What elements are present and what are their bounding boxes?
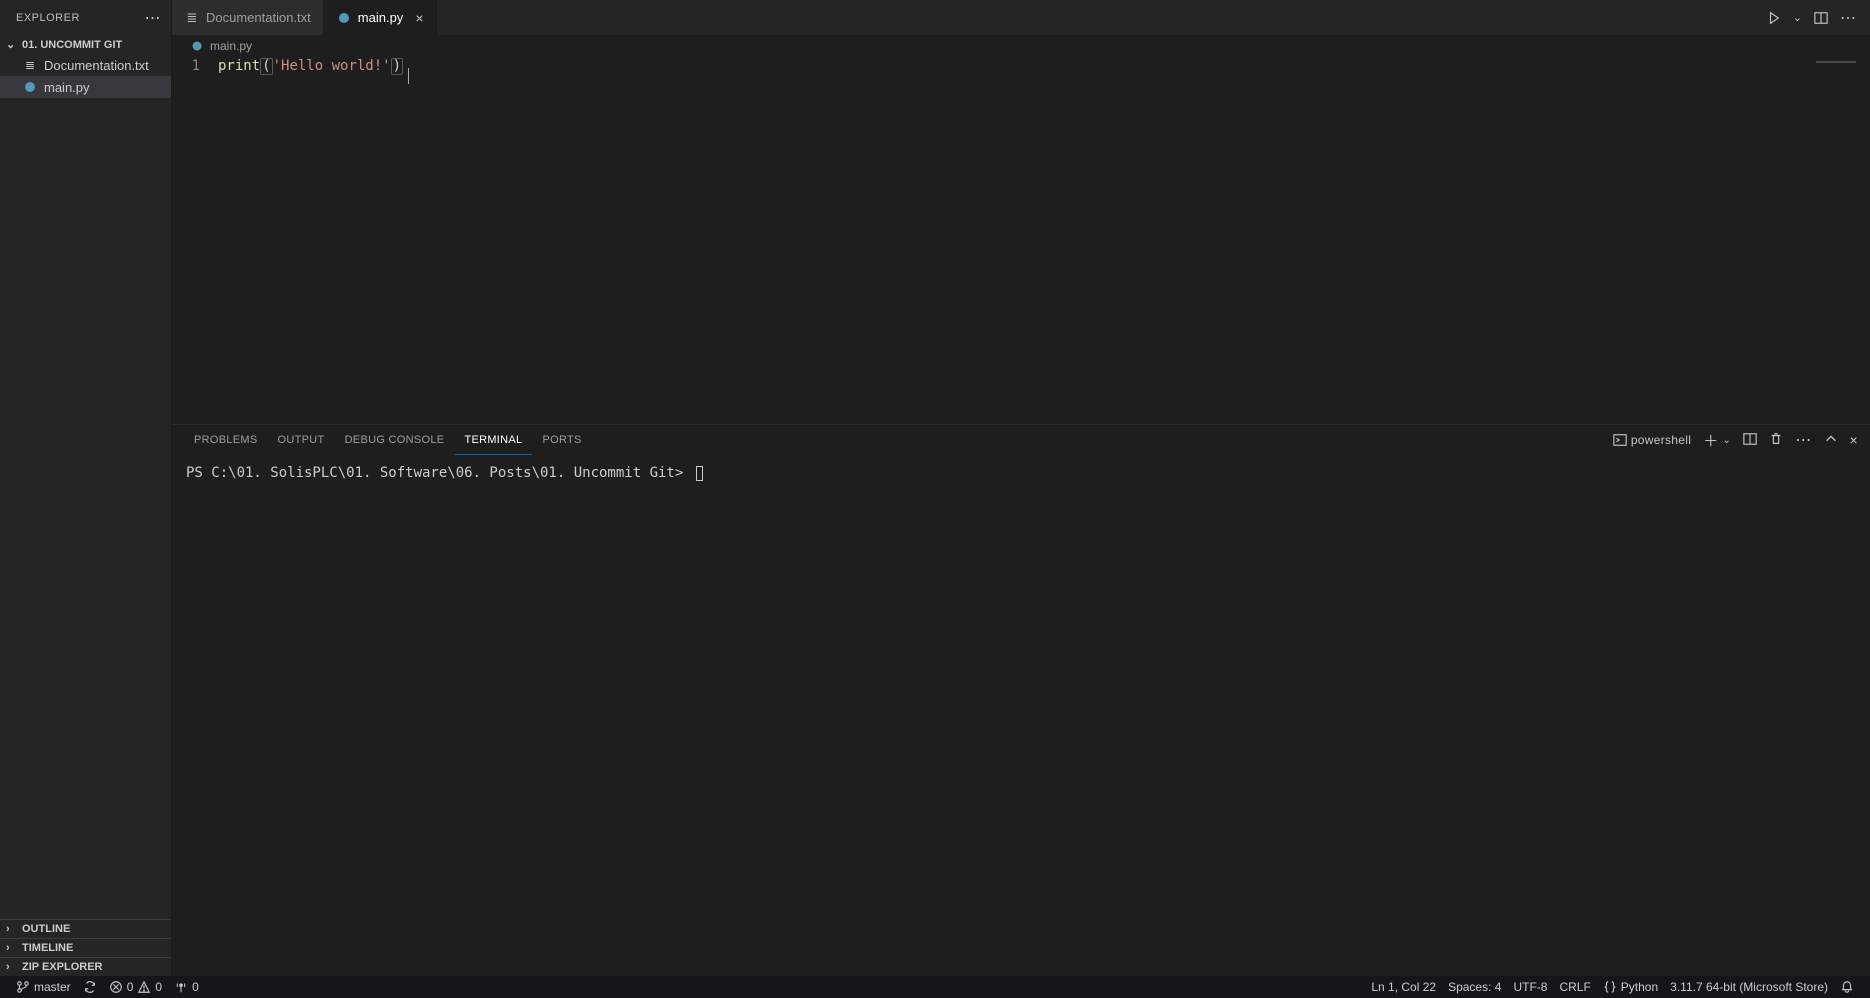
- antenna-icon: [174, 980, 188, 994]
- ptab-label: OUTPUT: [278, 434, 325, 446]
- editor-tabs: ≣ Documentation.txt main.py × ⌄: [172, 0, 1870, 35]
- maximize-panel-icon[interactable]: [1824, 432, 1838, 449]
- ports-count: 0: [192, 980, 199, 994]
- kill-terminal-icon[interactable]: [1769, 432, 1783, 449]
- file-label: main.py: [44, 80, 90, 95]
- file-item-documentation[interactable]: ≣ Documentation.txt: [0, 54, 171, 76]
- tab-label: Documentation.txt: [206, 10, 311, 25]
- spaces-label: Spaces: 4: [1448, 980, 1501, 994]
- section-zip-explorer[interactable]: › ZIP EXPLORER: [0, 957, 171, 976]
- folder-root[interactable]: ⌄ 01. UNCOMMIT GIT: [0, 35, 171, 54]
- ptab-label: DEBUG CONSOLE: [345, 434, 445, 446]
- chevron-down-icon: ⌄: [6, 38, 18, 51]
- lncol-label: Ln 1, Col 22: [1371, 980, 1436, 994]
- terminal-prompt: PS C:\01. SolisPLC\01. Software\06. Post…: [186, 465, 692, 481]
- status-eol[interactable]: CRLF: [1553, 980, 1596, 994]
- status-spaces[interactable]: Spaces: 4: [1442, 980, 1507, 994]
- split-editor-icon[interactable]: [1814, 11, 1828, 25]
- python-file-icon: [190, 39, 204, 53]
- branch-label: master: [34, 980, 71, 994]
- chevron-right-icon: ›: [6, 942, 18, 954]
- close-panel-icon[interactable]: ×: [1850, 432, 1858, 448]
- file-item-main[interactable]: main.py: [0, 76, 171, 98]
- python-file-icon: [336, 10, 352, 26]
- section-label: ZIP EXPLORER: [22, 961, 102, 973]
- terminal-cursor: [696, 466, 703, 481]
- status-sync[interactable]: [77, 980, 103, 994]
- text-cursor: [408, 68, 409, 84]
- panel-tabs: PROBLEMS OUTPUT DEBUG CONSOLE TERMINAL P…: [172, 425, 1870, 455]
- status-ports[interactable]: 0: [168, 980, 205, 994]
- warning-count: 0: [155, 980, 162, 994]
- run-dropdown-icon[interactable]: ⌄: [1793, 11, 1802, 24]
- status-interpreter[interactable]: 3.11.7 64-bit (Microsoft Store): [1664, 980, 1834, 994]
- error-count: 0: [127, 980, 134, 994]
- editor-more-icon[interactable]: ⋯: [1840, 8, 1856, 28]
- interpreter-label: 3.11.7 64-bit (Microsoft Store): [1670, 980, 1828, 994]
- branch-icon: [16, 980, 30, 994]
- text-file-icon: ≣: [184, 10, 200, 26]
- terminal-shell-selector[interactable]: powershell: [1613, 433, 1691, 447]
- sync-icon: [83, 980, 97, 994]
- panel-tab-terminal[interactable]: TERMINAL: [454, 425, 532, 455]
- minimap-line: [1816, 61, 1856, 63]
- folder-name: 01. UNCOMMIT GIT: [22, 39, 122, 51]
- breadcrumb-file: main.py: [210, 39, 252, 53]
- bell-icon: [1840, 980, 1854, 994]
- token-close-paren: ): [391, 58, 403, 75]
- chevron-right-icon: ›: [6, 961, 18, 973]
- explorer-more-icon[interactable]: ⋯: [145, 8, 162, 28]
- minimap[interactable]: [1810, 57, 1870, 424]
- ptab-label: PROBLEMS: [194, 434, 258, 446]
- status-encoding[interactable]: UTF-8: [1507, 980, 1553, 994]
- tab-main[interactable]: main.py ×: [324, 0, 437, 35]
- token-open-paren: (: [260, 58, 272, 75]
- status-bar: master 0 0 0 Ln 1, Col 22 Spaces: 4 UTF-…: [0, 976, 1870, 998]
- breadcrumb[interactable]: main.py: [172, 35, 1870, 57]
- status-lncol[interactable]: Ln 1, Col 22: [1365, 980, 1442, 994]
- panel-tab-debug-console[interactable]: DEBUG CONSOLE: [335, 425, 455, 455]
- section-timeline[interactable]: › TIMELINE: [0, 938, 171, 957]
- panel-tab-output[interactable]: OUTPUT: [268, 425, 335, 455]
- eol-label: CRLF: [1559, 980, 1590, 994]
- explorer-sidebar: EXPLORER ⋯ ⌄ 01. UNCOMMIT GIT ≣ Document…: [0, 0, 172, 976]
- warning-icon: [137, 980, 151, 994]
- tab-documentation[interactable]: ≣ Documentation.txt: [172, 0, 324, 35]
- file-label: Documentation.txt: [44, 58, 149, 73]
- line-number: 1: [192, 58, 200, 74]
- python-file-icon: [22, 79, 38, 95]
- status-language[interactable]: Python: [1597, 980, 1664, 994]
- section-outline[interactable]: › OUTLINE: [0, 919, 171, 938]
- ptab-label: PORTS: [542, 434, 581, 446]
- language-label: Python: [1621, 980, 1658, 994]
- braces-icon: [1603, 980, 1617, 994]
- status-notifications[interactable]: [1834, 980, 1860, 994]
- chevron-right-icon: ›: [6, 923, 18, 935]
- ptab-label: TERMINAL: [464, 434, 522, 446]
- token-function: print: [218, 58, 260, 74]
- split-terminal-icon[interactable]: [1743, 432, 1757, 449]
- section-label: OUTLINE: [22, 923, 70, 935]
- explorer-title: EXPLORER: [16, 12, 80, 24]
- token-string: 'Hello world!': [273, 58, 391, 74]
- code-editor[interactable]: 1 print('Hello world!'): [172, 57, 1810, 424]
- close-tab-icon[interactable]: ×: [415, 10, 423, 26]
- encoding-label: UTF-8: [1513, 980, 1547, 994]
- status-branch[interactable]: master: [10, 980, 77, 994]
- new-terminal-button[interactable]: ＋⌄: [1703, 430, 1731, 451]
- status-problems[interactable]: 0 0: [103, 980, 168, 994]
- text-file-icon: ≣: [22, 57, 38, 73]
- run-button[interactable]: [1767, 11, 1781, 25]
- section-label: TIMELINE: [22, 942, 73, 954]
- panel-tab-problems[interactable]: PROBLEMS: [184, 425, 268, 455]
- error-icon: [109, 980, 123, 994]
- tab-label: main.py: [358, 10, 404, 25]
- panel-tab-ports[interactable]: PORTS: [532, 425, 591, 455]
- terminal[interactable]: PS C:\01. SolisPLC\01. Software\06. Post…: [172, 455, 1870, 976]
- shell-label: powershell: [1631, 433, 1691, 447]
- panel-more-icon[interactable]: ⋯: [1795, 430, 1811, 450]
